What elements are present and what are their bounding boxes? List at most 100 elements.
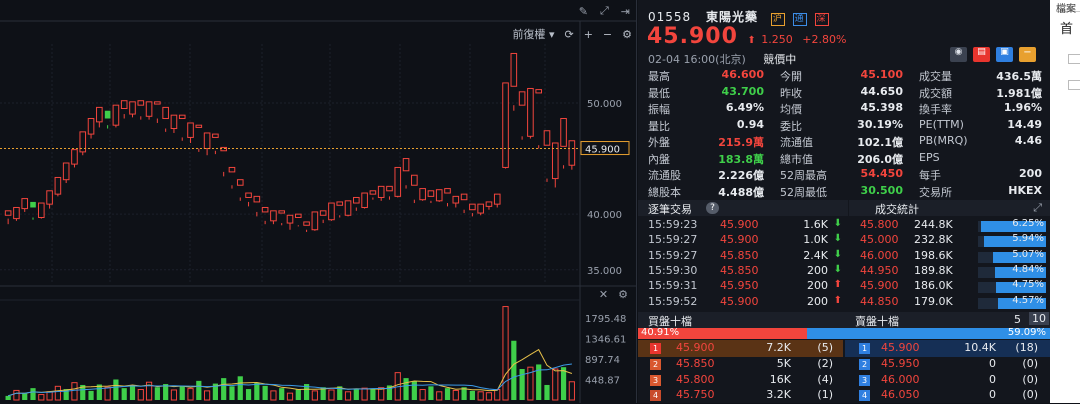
volume-bar-up bbox=[204, 390, 211, 401]
stat-label: 換手率 bbox=[919, 103, 952, 116]
time-line: 02-04 16:00(北京) 競價中 bbox=[648, 51, 796, 67]
ask-orders: (18) bbox=[1015, 341, 1038, 354]
volume-bar-down bbox=[428, 386, 434, 400]
sidebar-tab[interactable]: 檔案 bbox=[1056, 0, 1080, 15]
volstat-volume: 244.8K bbox=[914, 218, 953, 231]
price-line: 45.900 ⬆ 1.250 +2.80% bbox=[647, 24, 846, 49]
tick-qty: 200 bbox=[807, 263, 828, 277]
last-price-label: 45.900 bbox=[585, 145, 620, 156]
volume-bar-down bbox=[444, 388, 451, 400]
exit-icon[interactable]: ⇥ bbox=[621, 5, 630, 18]
volume-bar-up bbox=[46, 391, 53, 401]
adjust-select[interactable]: 前復權 ▾ bbox=[512, 26, 554, 42]
trade-button[interactable]: ▤ bbox=[973, 47, 990, 62]
volstat-price: 46.000 bbox=[860, 248, 899, 262]
bid-orders: (4) bbox=[817, 372, 833, 386]
ask-row[interactable]: 2 45.950 0 (0) bbox=[845, 356, 1050, 373]
volume-bar-down bbox=[469, 390, 475, 400]
volume-bar-down bbox=[121, 388, 127, 400]
ask-row[interactable]: 1 45.900 10.4K (18) bbox=[845, 340, 1050, 357]
price-change-pct: +2.80% bbox=[802, 33, 847, 46]
candle-body-up bbox=[427, 190, 435, 197]
sidebar-link[interactable]: 首 bbox=[1060, 18, 1073, 37]
stat-value: 6.49% bbox=[725, 101, 764, 114]
volume-y-tick: 448.87 bbox=[585, 376, 620, 387]
candle-body-up bbox=[236, 179, 244, 186]
stat-label: 成交量 bbox=[919, 70, 952, 83]
bid-row[interactable]: 4 45.750 3.2K (1) bbox=[638, 387, 843, 404]
refresh-icon[interactable]: ⟳ bbox=[564, 28, 573, 41]
volume-bar-up bbox=[477, 391, 484, 401]
stats-row: 量比 0.94 委比 30.19% PE(TTM) 14.49 bbox=[638, 118, 1050, 135]
volume-settings-icon[interactable]: ⚙ bbox=[618, 288, 628, 301]
candle-body-up bbox=[154, 101, 161, 105]
candle-body-up bbox=[278, 210, 286, 214]
stat-label: 52周最低 bbox=[780, 185, 827, 199]
zoom-out-icon[interactable]: − bbox=[603, 28, 612, 41]
volume-bar-up bbox=[270, 390, 277, 401]
volume-toolbar: ✕ ⚙ bbox=[599, 288, 628, 301]
down-arrow-icon: ⬇ bbox=[833, 218, 842, 229]
ask-row[interactable]: 3 46.000 0 (0) bbox=[845, 372, 1050, 389]
tick-row: 15:59:23 45.900 1.6K ⬇ bbox=[638, 218, 848, 233]
kline-chart-pane[interactable]: 50.00040.00035.00045.90054.4501795.48134… bbox=[0, 0, 637, 403]
close-icon[interactable]: ✕ bbox=[599, 288, 608, 301]
volume-bar-up bbox=[54, 385, 61, 401]
stat-value: 30.500 bbox=[860, 183, 903, 197]
stat-label: 內盤 bbox=[648, 152, 670, 166]
candle-body-up bbox=[21, 198, 29, 210]
bid-row[interactable]: 1 45.900 7.2K (5) bbox=[638, 340, 843, 357]
volume-bar-down bbox=[544, 384, 550, 400]
fullscreen-icon[interactable]: ⤢ bbox=[1033, 201, 1042, 215]
portfolio-button[interactable]: ▣ bbox=[996, 47, 1013, 62]
settings-icon[interactable]: ⚙ bbox=[622, 28, 632, 41]
bid-qty: 16K bbox=[769, 372, 791, 386]
bid-row[interactable]: 2 45.850 5K (2) bbox=[638, 356, 843, 373]
candle-body-up bbox=[112, 104, 120, 126]
ask-orders: (0) bbox=[1022, 356, 1038, 370]
y-tick-label: 40.000 bbox=[587, 210, 622, 221]
stat-label: 外盤 bbox=[648, 136, 670, 149]
candle-body-up bbox=[294, 213, 302, 218]
ask-price: 45.950 bbox=[881, 356, 920, 370]
tick-price: 45.900 bbox=[720, 294, 759, 308]
volume-bar-down bbox=[154, 387, 160, 400]
watchlist-button[interactable]: − bbox=[1019, 47, 1036, 62]
stat-value: 206.0億 bbox=[857, 152, 903, 166]
candle-body-up bbox=[336, 201, 344, 206]
help-icon[interactable]: ? bbox=[706, 202, 719, 214]
depth-10-toggle[interactable]: 10 bbox=[1029, 312, 1049, 325]
ask-row[interactable]: 4 46.050 0 (0) bbox=[845, 387, 1050, 404]
bid-qty: 7.2K bbox=[766, 341, 791, 354]
candle-body-up bbox=[38, 202, 45, 218]
down-arrow-icon: ⬇ bbox=[833, 263, 842, 275]
volume-bar-down bbox=[237, 376, 243, 400]
volume-y-tick: 1346.61 bbox=[585, 335, 626, 346]
expand-icon[interactable]: ⤢ bbox=[600, 4, 609, 18]
ticks-header: 逐筆交易 ? bbox=[638, 200, 848, 216]
stat-value: 2.226億 bbox=[718, 169, 764, 182]
bid-price: 45.750 bbox=[676, 388, 715, 402]
pencil-icon[interactable]: ✎ bbox=[579, 5, 588, 18]
buy-pct: 40.91% bbox=[641, 327, 680, 338]
bid-row[interactable]: 3 45.800 16K (4) bbox=[638, 372, 843, 389]
candle-body-up bbox=[195, 124, 203, 128]
candle-body-up bbox=[54, 176, 62, 195]
chart-top-toolbar: ✎ ⤢ ⇥ bbox=[579, 4, 630, 18]
tick-qty: 1.6K bbox=[803, 218, 828, 231]
up-arrow-icon: ⬆ bbox=[747, 35, 756, 46]
volume-bar-down bbox=[279, 388, 285, 400]
zoom-in-icon[interactable]: + bbox=[584, 28, 593, 41]
stats-row: 最高 46.600 今開 45.100 成交量 436.5萬 bbox=[638, 68, 1050, 85]
tick-price: 45.850 bbox=[720, 263, 759, 277]
volume-bar-up bbox=[568, 381, 575, 401]
volume-bar-up bbox=[361, 387, 368, 401]
kline-chart-svg[interactable]: 50.00040.00035.00045.90054.4501795.48134… bbox=[0, 0, 637, 403]
volume-bar-up bbox=[13, 389, 20, 401]
volume-bar-up bbox=[286, 392, 294, 401]
stat-label: PB(MRQ) bbox=[919, 134, 968, 147]
alert-button[interactable]: ◉ bbox=[950, 47, 967, 62]
volume-bar-down bbox=[5, 395, 11, 400]
depth-5-toggle[interactable]: 5 bbox=[1014, 313, 1021, 326]
candle-body-up bbox=[129, 101, 136, 115]
